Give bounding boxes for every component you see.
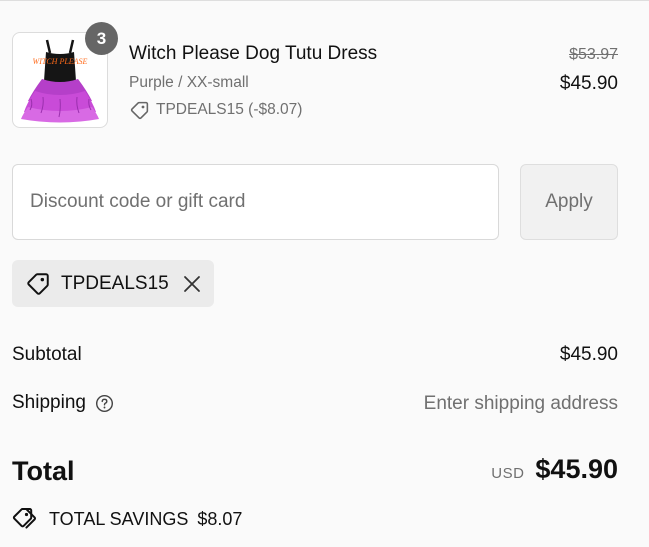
product-discount: TPDEALS15 (-$8.07) bbox=[129, 99, 302, 121]
total-value: $45.90 bbox=[535, 454, 618, 484]
subtotal-value: $45.90 bbox=[559, 344, 618, 365]
tags-icon bbox=[12, 508, 37, 529]
total-label: Total bbox=[12, 456, 75, 486]
close-icon bbox=[183, 275, 200, 292]
total-savings: TOTAL SAVINGS $8.07 bbox=[12, 506, 242, 532]
discount-code-input[interactable] bbox=[12, 164, 499, 240]
shipping-row: Shipping bbox=[12, 392, 114, 414]
product-discount-label: TPDEALS15 (-$8.07) bbox=[156, 101, 303, 118]
currency-code: USD bbox=[491, 465, 525, 482]
product-variant: Purple / XX-small bbox=[129, 74, 249, 91]
help-circle-icon[interactable] bbox=[95, 394, 114, 413]
shipping-label: Shipping bbox=[12, 392, 86, 413]
quantity-badge: 3 bbox=[85, 22, 118, 55]
tag-icon bbox=[130, 101, 149, 119]
original-price: $53.97 bbox=[569, 46, 618, 63]
total-savings-value: $8.07 bbox=[197, 508, 243, 529]
remove-discount-button[interactable] bbox=[183, 275, 201, 293]
applied-discount-chip: TPDEALS15 bbox=[12, 260, 214, 307]
total-price: USD $45.90 bbox=[491, 454, 618, 485]
apply-button[interactable]: Apply bbox=[520, 164, 618, 240]
product-image-text: WITCH PLEASE bbox=[33, 57, 88, 66]
product-title: Witch Please Dog Tutu Dress bbox=[129, 43, 378, 64]
discounted-price: $45.90 bbox=[559, 73, 618, 94]
applied-discount-code: TPDEALS15 bbox=[61, 272, 169, 294]
tag-icon bbox=[27, 272, 49, 295]
subtotal-label: Subtotal bbox=[12, 344, 82, 365]
total-savings-label: TOTAL SAVINGS bbox=[49, 508, 189, 529]
shipping-value: Enter shipping address bbox=[423, 393, 618, 414]
